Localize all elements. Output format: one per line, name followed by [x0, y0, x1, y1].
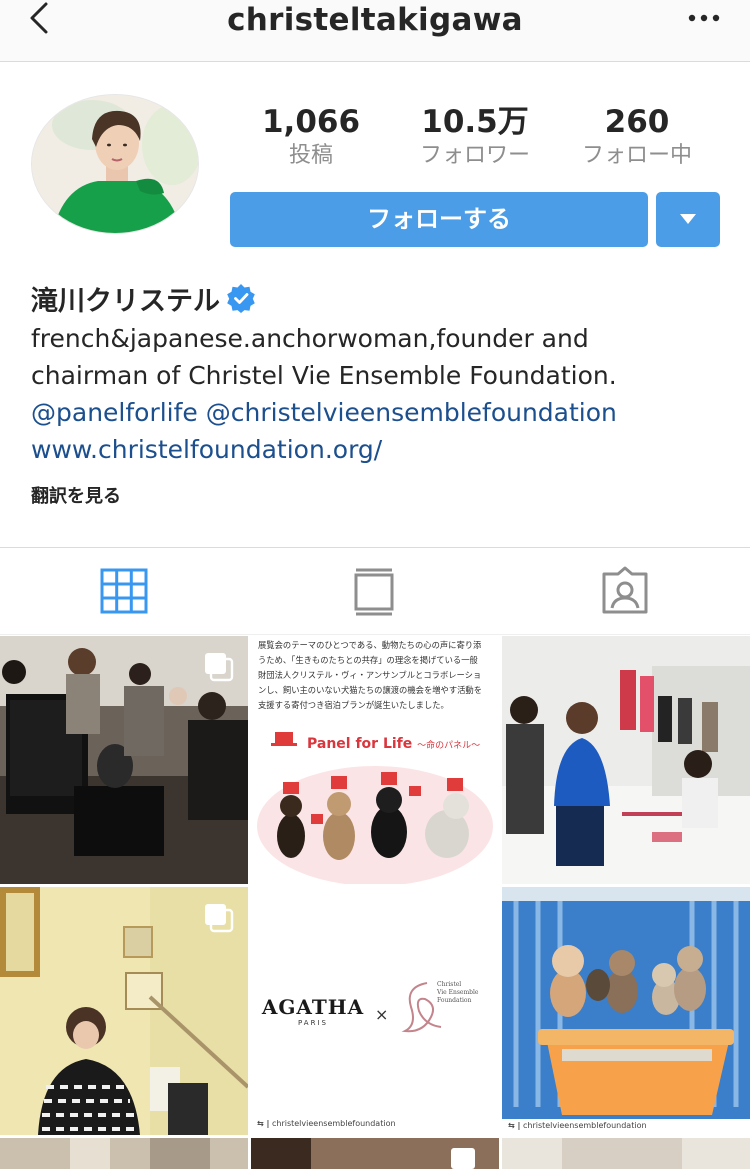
tab-feed-icon[interactable] [350, 566, 400, 616]
top-bar: christeltakigawa [0, 0, 750, 62]
tab-grid-icon[interactable] [100, 566, 150, 616]
repost-credit: ⇆ | christelvieensemblefoundation [257, 1119, 396, 1128]
profile-avatar[interactable] [31, 94, 199, 234]
see-translation-link[interactable]: 翻訳を見る [31, 482, 121, 508]
following-label: フォロー中 [581, 143, 692, 168]
post-tile[interactable] [251, 1138, 499, 1169]
profile-stats: 1,066 投稿 10.5万 フォロワー 260 フォロー中 [230, 100, 720, 180]
profile-name-row: 滝川クリステル [31, 278, 256, 318]
profile-website-link[interactable]: www.christelfoundation.org/ [31, 431, 731, 468]
post-tile[interactable] [0, 887, 248, 1135]
post-tile[interactable] [0, 636, 248, 884]
bio-line-1: french&japanese.anchorwoman,founder and [31, 324, 589, 353]
multiple-photos-icon [205, 653, 234, 682]
post-tile[interactable]: AGATHA PARIS × Christel Vie Ensemble Fou… [251, 887, 499, 1135]
foundation-name-line: Vie Ensemble [437, 989, 479, 996]
tab-tagged-icon[interactable] [600, 566, 650, 616]
repost-credit-username: christelvieensemblefoundation [522, 1121, 647, 1130]
post-tile[interactable] [502, 1138, 750, 1169]
agatha-sub-text: PARIS [298, 1019, 328, 1027]
post-tile[interactable] [502, 636, 750, 884]
more-options-icon[interactable] [684, 8, 724, 28]
post-title-jp: 〜命のパネル〜 [417, 741, 481, 751]
foundation-name-line: Christel [437, 981, 462, 988]
stat-posts[interactable]: 1,066 投稿 [236, 100, 386, 168]
followers-count: 10.5万 [421, 104, 529, 140]
profile-bio: french&japanese.anchorwoman,founder and … [31, 320, 731, 468]
stat-following[interactable]: 260 フォロー中 [562, 100, 712, 168]
agatha-logo-text: AGATHA [261, 995, 365, 1019]
profile-tabs [0, 547, 750, 635]
suggestions-dropdown-button[interactable] [656, 192, 720, 247]
username-title: christeltakigawa [227, 2, 523, 38]
bio-mentions[interactable]: @panelforlife @christelvieensemblefounda… [31, 394, 731, 431]
repost-credit: ⇆ | christelvieensemblefoundation [508, 1121, 647, 1130]
stat-followers[interactable]: 10.5万 フォロワー [400, 100, 550, 168]
following-count: 260 [604, 104, 670, 140]
repost-credit-username: christelvieensemblefoundation [271, 1119, 396, 1128]
verified-badge-icon [227, 284, 255, 313]
posts-count: 1,066 [261, 104, 361, 140]
post-title-en: Panel for Life [307, 736, 413, 752]
posts-label: 投稿 [288, 143, 333, 168]
posts-grid: 展覧会のテーマのひとつである、動物たちの心の声に寄り添 うため、「生きものたちと… [0, 636, 750, 1169]
foundation-name-line: Foundation [437, 997, 472, 1004]
multiple-photos-icon [205, 904, 234, 933]
post-tile[interactable] [0, 1138, 248, 1169]
collab-cross: × [375, 1005, 389, 1024]
post-tile[interactable]: ⇆ | christelvieensemblefoundation [502, 887, 750, 1135]
post-tile[interactable]: 展覧会のテーマのひとつである、動物たちの心の声に寄り添 うため、「生きものたちと… [251, 636, 499, 884]
caret-down-icon [680, 214, 696, 224]
followers-label: フォロワー [419, 143, 530, 168]
bio-line-2: chairman of Christel Vie Ensemble Founda… [31, 361, 617, 390]
profile-name: 滝川クリステル [31, 285, 220, 317]
follow-button[interactable]: フォローする [230, 192, 648, 247]
